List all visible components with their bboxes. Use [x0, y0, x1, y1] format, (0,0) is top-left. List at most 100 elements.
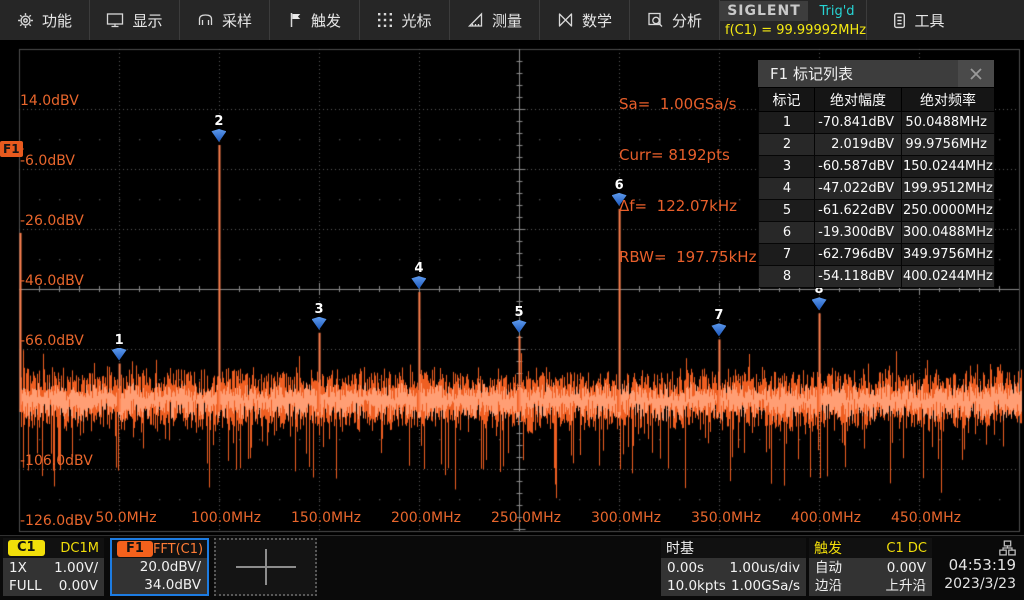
- table-row: 6-19.300dBV300.0488MHz: [759, 222, 995, 244]
- clock-date: 2023/3/23: [944, 575, 1016, 593]
- trigger-source: C1 DC: [886, 541, 927, 556]
- c1-bandwidth: FULL: [9, 577, 42, 595]
- timebase-rate: 1.00GSa/s: [731, 577, 800, 595]
- rbw-readout: RBW= 197.75kHz: [619, 249, 756, 266]
- table-row: 3-60.587dBV150.0244MHz: [759, 156, 995, 178]
- c1-offset: 0.00V: [59, 577, 98, 595]
- x-axis-label: 400.0MHz: [791, 510, 861, 526]
- add-channel-box[interactable]: [214, 538, 317, 596]
- amplitude-cell: -19.300dBV: [815, 222, 902, 244]
- trigger-slope: 上升沿: [886, 577, 927, 595]
- trigger-type: 边沿: [815, 577, 842, 595]
- marker-table: 标记绝对幅度绝对频率 1-70.841dBV50.0488MHz22.019dB…: [758, 87, 995, 288]
- timebase-delay: 0.00s: [667, 559, 704, 577]
- menu-item-label: 触发: [311, 10, 341, 31]
- marker-id-cell: 8: [759, 266, 815, 288]
- x-axis-label: 250.0MHz: [491, 510, 561, 526]
- trigger-level: 0.00V: [887, 559, 926, 577]
- math-f1-box[interactable]: F1 FFT(C1) 20.0dBV/ 34.0dBV: [110, 538, 209, 596]
- lan-icon: [999, 540, 1016, 556]
- amplitude-cell: -61.622dBV: [815, 200, 902, 222]
- menu-bar: 功能 显示 采样 触发光标 测量 数学 分析 SIGLENT Trig'd f(C1) = …: [0, 0, 1024, 40]
- menu-item-label: 工具: [914, 10, 944, 31]
- channel-c1-box[interactable]: C1 DC1M 1X1.00V/ FULL0.00V: [3, 538, 104, 596]
- menu-item-label: 分析: [672, 10, 702, 31]
- acquire-icon: [197, 12, 214, 28]
- math-icon: [557, 13, 574, 27]
- menu-item-acquire[interactable]: 采样: [180, 0, 270, 40]
- menu-item-display[interactable]: 显示: [90, 0, 180, 40]
- frequency-cell: 50.0488MHz: [902, 112, 995, 134]
- menu-item-measure[interactable]: 测量: [450, 0, 540, 40]
- clock-time: 04:53:19: [949, 556, 1016, 575]
- menu-item-label: 采样: [222, 10, 252, 31]
- menu-items: 功能 显示 采样 触发光标 测量 数学 分析: [0, 0, 720, 40]
- menu-item-math[interactable]: 数学: [540, 0, 630, 40]
- y-axis-label: -6.0dBV: [20, 154, 75, 168]
- marker-table-header: 绝对频率: [902, 88, 995, 112]
- analysis-icon: [647, 12, 664, 28]
- c1-probe: 1X: [9, 559, 27, 577]
- frequency-cell: 99.9756MHz: [902, 134, 995, 156]
- y-axis-label: -26.0dBV: [20, 214, 84, 228]
- status-bar: C1 DC1M 1X1.00V/ FULL0.00V F1 FFT(C1) 20…: [0, 535, 1024, 600]
- timebase-points: 10.0kpts: [667, 577, 726, 595]
- close-button[interactable]: [958, 60, 994, 87]
- table-row: 1-70.841dBV50.0488MHz: [759, 112, 995, 134]
- timebase-box[interactable]: 时基 0.00s1.00us/div 10.0kpts1.00GSa/s: [661, 538, 806, 596]
- amplitude-cell: -62.796dBV: [815, 244, 902, 266]
- oscilloscope-screen: 功能显示采样触发光标测量数学分析 SIGLENT Trig'd f(C1) = …: [0, 0, 1024, 600]
- table-row: 5-61.622dBV250.0000MHz: [759, 200, 995, 222]
- trigger-title: 触发: [814, 538, 842, 558]
- x-axis-label: 150.0MHz: [291, 510, 361, 526]
- siglent-logo: SIGLENT: [720, 1, 808, 21]
- x-axis-label: 450.0MHz: [891, 510, 961, 526]
- marker-id-cell: 2: [759, 134, 815, 156]
- f1-reference: 34.0dBV: [144, 576, 201, 594]
- amplitude-cell: -54.118dBV: [815, 266, 902, 288]
- measure-icon: [467, 12, 484, 28]
- marker-id-cell: 4: [759, 178, 815, 200]
- acquisition-info: Sa= 1.00GSa/s Curr= 8192pts Δf= 122.07kH…: [619, 62, 756, 300]
- trigger-status: Trig'd: [808, 1, 866, 21]
- menu-item-trigger[interactable]: 触发: [270, 0, 360, 40]
- trigger-box[interactable]: 触发 C1 DC 自动 0.00V 边沿 上升沿: [809, 538, 932, 596]
- marker-id-cell: 1: [759, 112, 815, 134]
- y-axis-label: -106.0dBV: [20, 454, 93, 468]
- marker-panel-title: F1 标记列表: [770, 63, 853, 84]
- table-row: 22.019dBV99.9756MHz: [759, 134, 995, 156]
- frequency-cell: 349.9756MHz: [902, 244, 995, 266]
- frequency-cell: 199.9512MHz: [902, 178, 995, 200]
- flag-icon: [288, 12, 303, 28]
- f1-scale: 20.0dBV/: [140, 558, 201, 576]
- x-axis-label: 200.0MHz: [391, 510, 461, 526]
- marker-panel-titlebar: F1 标记列表: [758, 60, 994, 87]
- frequency-cell: 300.0488MHz: [902, 222, 995, 244]
- menu-item-analysis[interactable]: 分析: [630, 0, 720, 40]
- marker-table-header: 标记: [759, 88, 815, 112]
- marker-table-header: 绝对幅度: [815, 88, 902, 112]
- cursor-grid-icon: [377, 12, 393, 28]
- c1-coupling: DC1M: [60, 541, 99, 556]
- menu-item-label: 显示: [132, 10, 162, 31]
- menu-item-label: 数学: [582, 10, 612, 31]
- brand-block: SIGLENT Trig'd f(C1) = 99.99992MHz: [720, 0, 867, 40]
- f1-badge: F1: [117, 541, 153, 557]
- y-axis-label: 14.0dBV: [20, 94, 79, 108]
- plus-icon: [236, 549, 296, 585]
- marker-id-cell: 7: [759, 244, 815, 266]
- display-icon: [106, 12, 124, 28]
- delta-f-readout: Δf= 122.07kHz: [619, 198, 756, 215]
- trigger-mode: 自动: [815, 559, 842, 577]
- y-axis-label: -66.0dBV: [20, 334, 84, 348]
- y-axis-label: -46.0dBV: [20, 274, 84, 288]
- marker-list-panel: F1 标记列表 标记绝对幅度绝对频率 1-70.841dBV50.0488MHz…: [758, 60, 994, 288]
- menu-item-label: 测量: [492, 10, 522, 31]
- menu-item-cursor[interactable]: 光标: [360, 0, 450, 40]
- menu-item-tools[interactable]: 工具: [867, 0, 971, 40]
- y-axis-label: -126.0dBV: [20, 514, 93, 528]
- x-axis-label: 50.0MHz: [95, 510, 156, 526]
- table-row: 8-54.118dBV400.0244MHz: [759, 266, 995, 288]
- c1-scale: 1.00V/: [54, 559, 98, 577]
- menu-item-function[interactable]: 功能: [0, 0, 90, 40]
